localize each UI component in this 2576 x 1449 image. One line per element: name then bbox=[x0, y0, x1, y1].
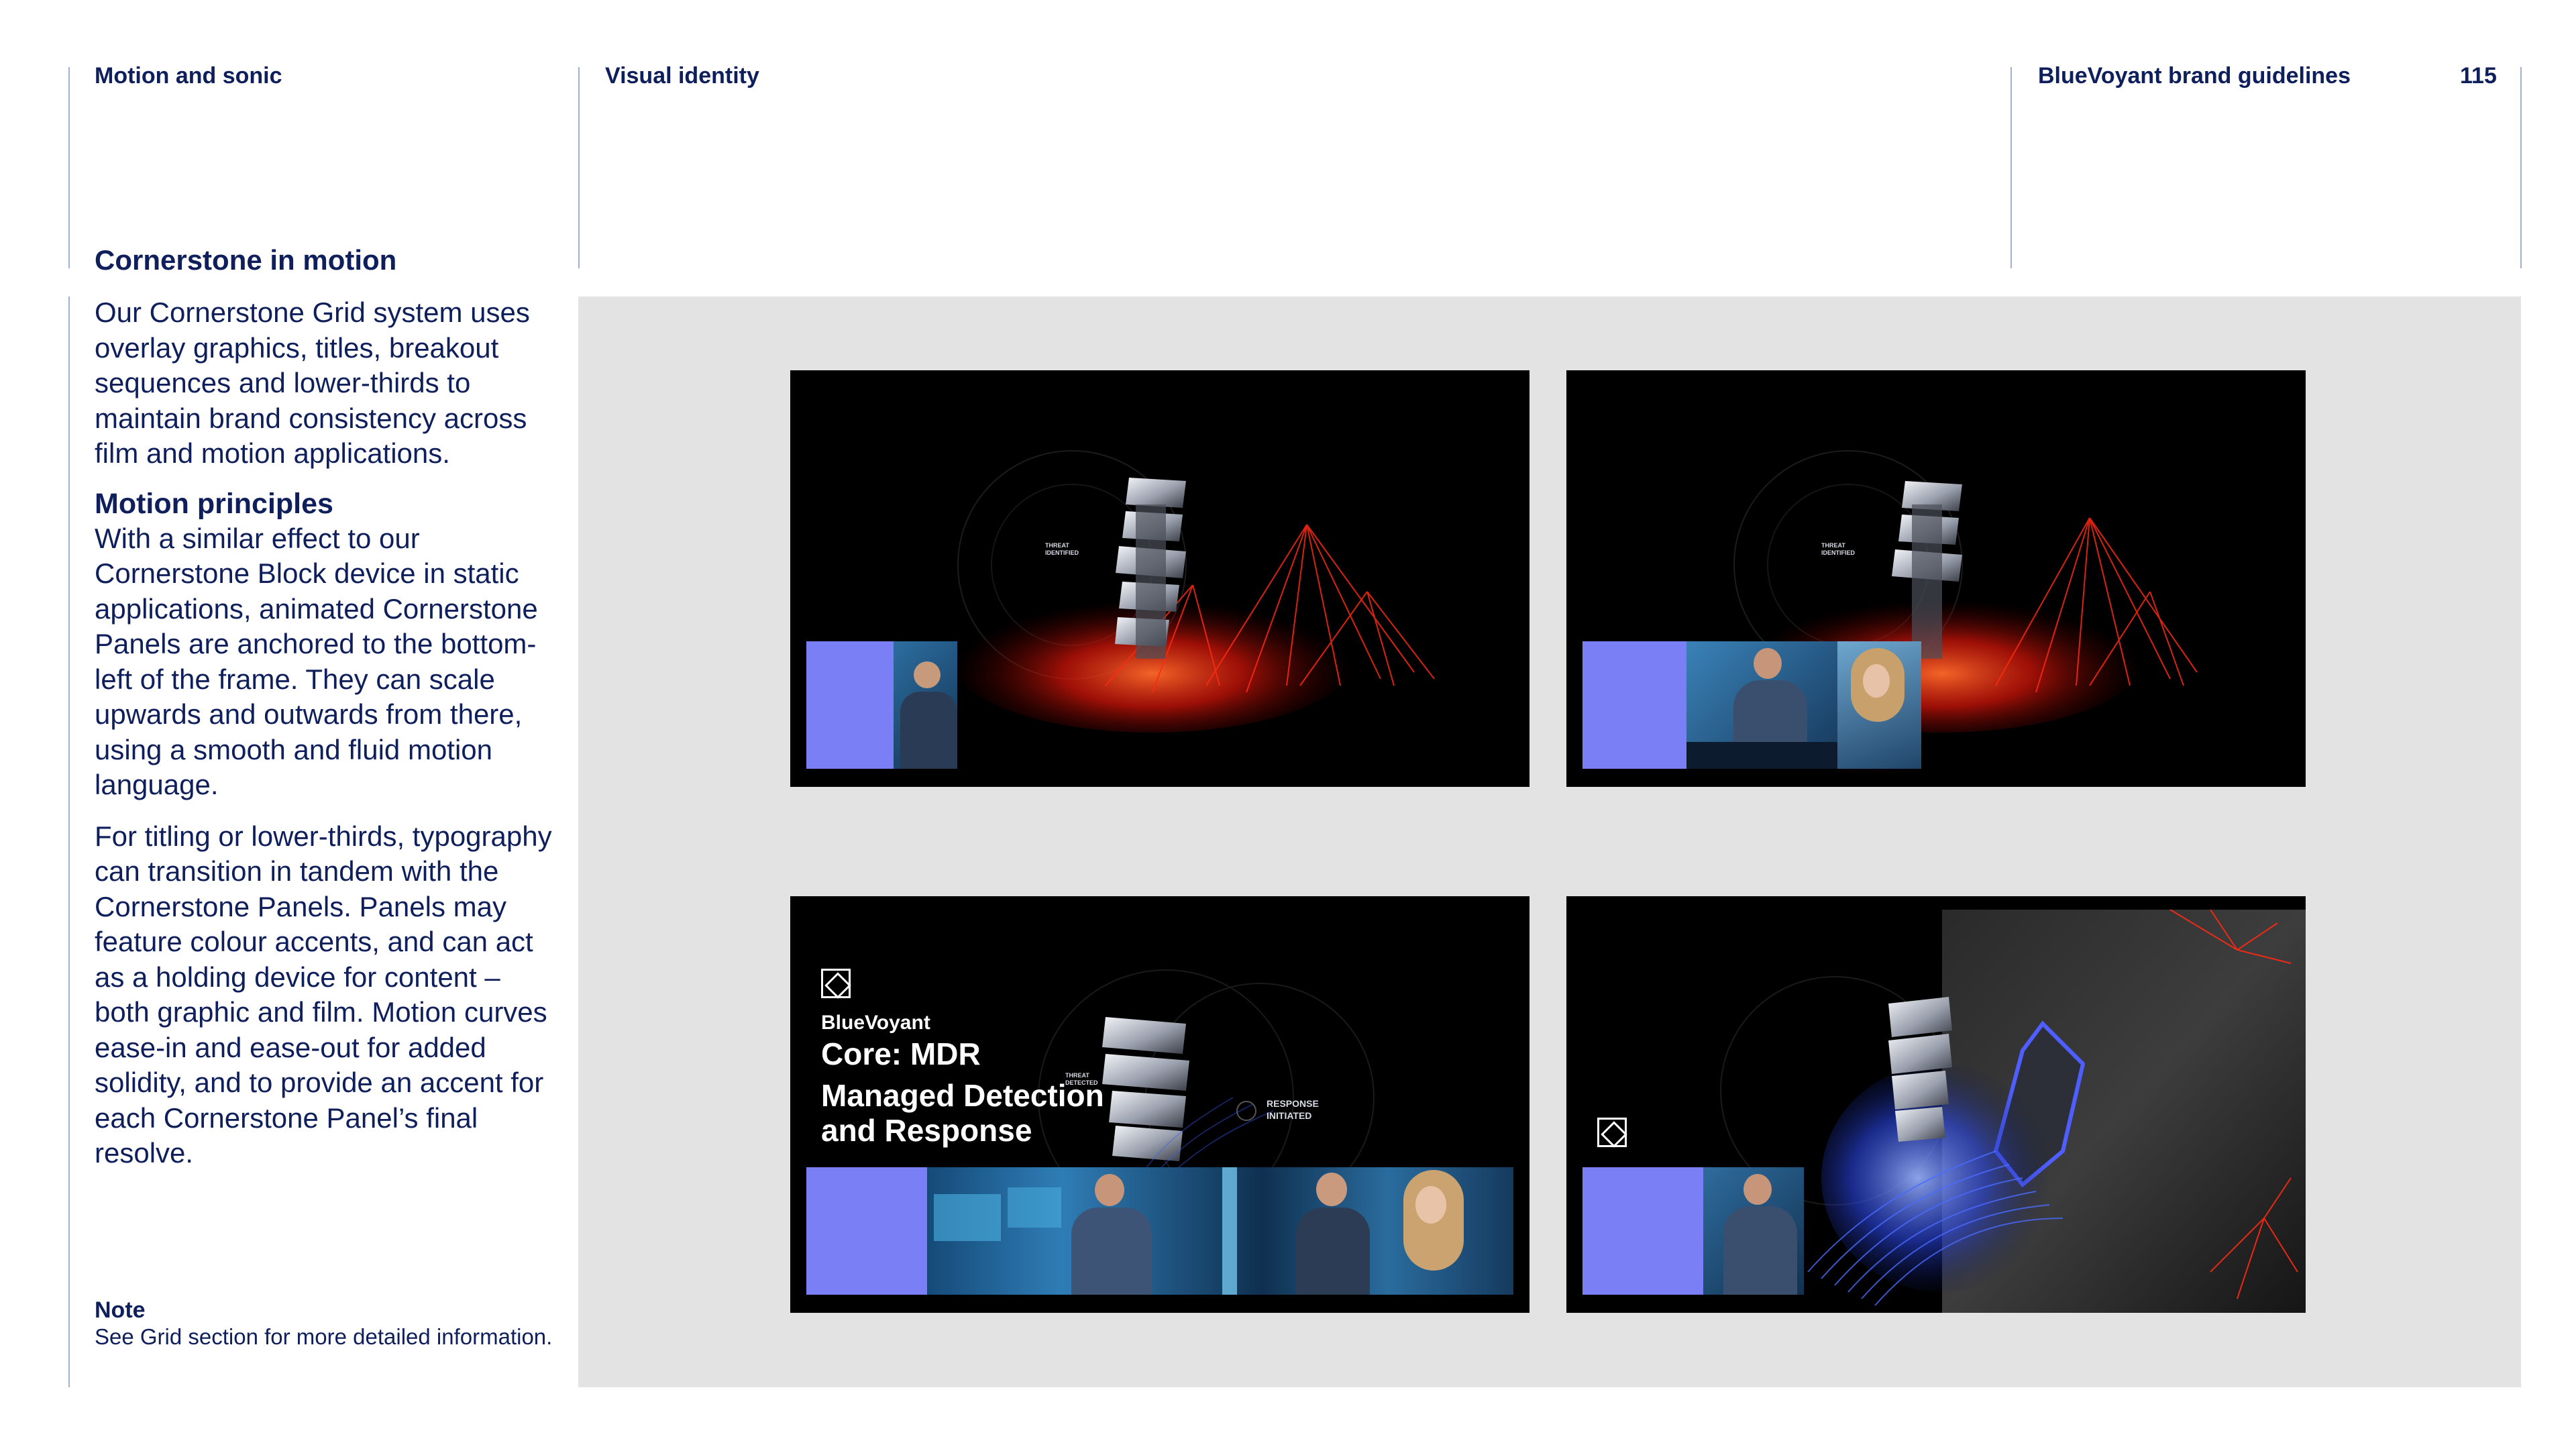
principles-heading: Motion principles bbox=[95, 487, 333, 520]
motion-frame-4 bbox=[1566, 896, 2306, 1313]
rule-left-top bbox=[68, 67, 70, 268]
frame-2-cornerstone-panel bbox=[1582, 641, 1686, 769]
frame-3-brand: BlueVoyant bbox=[821, 1012, 930, 1034]
frame-4-person-head bbox=[1743, 1174, 1772, 1205]
frame-4-person-body bbox=[1723, 1206, 1797, 1295]
frame-3-screen-1 bbox=[934, 1194, 1001, 1241]
frame-3-hud-right: RESPONSE INITIATED bbox=[1267, 1098, 1319, 1121]
rule-center-left bbox=[578, 67, 580, 268]
note-text: See Grid section for more detailed infor… bbox=[95, 1324, 553, 1349]
frame-3-cornerstone-panel bbox=[806, 1167, 927, 1295]
frame-3-person-d-face bbox=[1415, 1186, 1446, 1224]
motion-frame-2: THREAT IDENTIFIED bbox=[1566, 370, 2306, 787]
motion-frame-3: BlueVoyant Core: MDR Managed Detection a… bbox=[790, 896, 1529, 1313]
frame-4-cornerstone-panel bbox=[1582, 1167, 1703, 1295]
body-text: Our Cornerstone Grid system uses overlay… bbox=[95, 295, 557, 1171]
frame-4-logo-mark-inner bbox=[1601, 1121, 1627, 1148]
section-title-block: Cornerstone in motion bbox=[95, 243, 557, 278]
frame-2-film-still-1 bbox=[1686, 641, 1837, 769]
chapter-label: Visual identity bbox=[605, 63, 759, 89]
note-block: Note See Grid section for more detailed … bbox=[95, 1297, 557, 1350]
frame-3-film-still-2 bbox=[1263, 1167, 1513, 1295]
frame-1-hud-label: THREAT IDENTIFIED bbox=[1045, 542, 1079, 556]
rule-right bbox=[2520, 67, 2522, 268]
frame-2-desk bbox=[1686, 742, 1837, 769]
motion-frame-1: THREAT IDENTIFIED bbox=[790, 370, 1529, 787]
frame-3-screen-2 bbox=[1008, 1187, 1061, 1228]
bluevoyant-logo-icon bbox=[821, 969, 851, 999]
rule-left-bottom bbox=[68, 297, 70, 1387]
frame-1-person-shape bbox=[914, 661, 941, 688]
frame-4-film-still bbox=[1703, 1167, 1804, 1295]
frame-1-suit-shape bbox=[900, 692, 957, 769]
frame-3-person-head bbox=[1095, 1174, 1124, 1206]
frame-3-film-still-1 bbox=[927, 1167, 1263, 1295]
principles-paragraph-1: With a similar effect to our Cornerstone… bbox=[95, 522, 538, 801]
note-label: Note bbox=[95, 1297, 146, 1323]
frame-2-film-still-2 bbox=[1837, 641, 1921, 769]
frame-1-film-still bbox=[894, 641, 957, 769]
frame-3-person-c-body bbox=[1296, 1208, 1370, 1295]
frame-4-logo-icon bbox=[1597, 1118, 1627, 1148]
logo-mark-inner bbox=[824, 972, 851, 999]
frame-3-headline-1: Managed Detection bbox=[821, 1078, 1104, 1113]
frame-3-person-c-head bbox=[1316, 1173, 1347, 1206]
doc-title: BlueVoyant brand guidelines bbox=[2038, 63, 2351, 89]
frame-3-headline-2: and Response bbox=[821, 1113, 1032, 1148]
principles-paragraph-2: For titling or lower-thirds, typography … bbox=[95, 820, 552, 1169]
page-number: 115 bbox=[2460, 63, 2497, 89]
frame-2-person-a-head bbox=[1754, 648, 1782, 679]
intro-paragraph: Our Cornerstone Grid system uses overlay… bbox=[95, 297, 530, 469]
frame-1-cornerstone-panel bbox=[806, 641, 894, 769]
frame-2-hud-label: THREAT IDENTIFIED bbox=[1821, 542, 1856, 556]
section-title: Cornerstone in motion bbox=[95, 244, 397, 276]
frame-3-light-bar bbox=[1222, 1167, 1237, 1295]
frame-2-person-b-face bbox=[1863, 664, 1890, 698]
frame-3-hud-left: THREAT DETECTED bbox=[1065, 1072, 1098, 1086]
rule-center-right bbox=[2010, 67, 2012, 268]
frame-3-product: Core: MDR bbox=[821, 1036, 981, 1071]
frame-3-person-body bbox=[1071, 1208, 1152, 1295]
section-label: Motion and sonic bbox=[95, 63, 282, 89]
